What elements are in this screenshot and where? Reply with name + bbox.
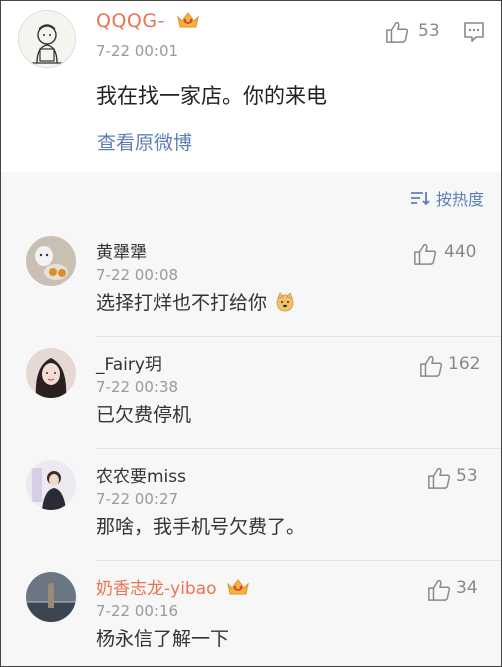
screenshot-border [0,0,502,667]
